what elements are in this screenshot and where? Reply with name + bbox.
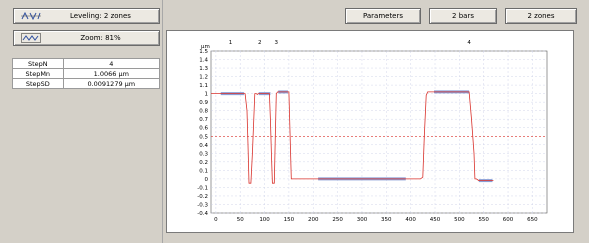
profile-chart-panel: 1.5 1.4 1.3 1.2 1.1 1 0.9 0.8 0.7 0.6 0.5 0.4 0.3 0.2… (166, 30, 574, 233)
zoom-button[interactable]: Zoom: 81% (13, 30, 160, 46)
x-tick-label: 600 (503, 217, 514, 223)
x-tick-label: 200 (308, 217, 319, 223)
y-tick-label: 0.6 (199, 126, 208, 132)
zone-marker-label: 3 (275, 40, 279, 46)
leveling-icon (20, 10, 42, 22)
y-tick-label: 0.5 (199, 134, 208, 140)
x-tick-label: 100 (259, 217, 270, 223)
x-tick-label: 500 (454, 217, 465, 223)
bars-button[interactable]: 2 bars (429, 8, 497, 24)
y-tick-label: 0.1 (199, 168, 208, 174)
stat-name: StepN (12, 58, 64, 69)
table-row: StepN 4 (12, 58, 161, 69)
y-unit-label: µm (201, 44, 210, 50)
x-tick-label: 350 (381, 217, 392, 223)
y-tick-label: -0.1 (197, 185, 208, 191)
parameters-label: Parameters (362, 12, 404, 20)
y-tick-label: 1.3 (199, 66, 208, 72)
table-row: StepMn 1.0066 µm (12, 68, 161, 79)
y-tick-label: 1.1 (199, 83, 208, 89)
x-tick-label: 550 (478, 217, 489, 223)
y-tick-label: 0.9 (199, 100, 208, 106)
x-tick-label: 0 (214, 217, 218, 223)
y-tick-label: 0 (205, 177, 209, 183)
zones-label: 2 zones (527, 12, 555, 20)
step-stats-table: StepN 4 StepMn 1.0066 µm StepSD 0.009127… (12, 58, 161, 89)
stat-value: 1.0066 µm (62, 68, 161, 79)
x-tick-label: 450 (430, 217, 441, 223)
y-tick-label: 0.2 (199, 160, 208, 166)
plot-area (210, 50, 548, 214)
stat-value: 4 (62, 58, 161, 69)
y-tick-label: -0.2 (197, 194, 208, 200)
stat-value: 0.0091279 µm (62, 78, 161, 89)
x-tick-label: 400 (405, 217, 416, 223)
x-tick-label: 50 (237, 217, 244, 223)
y-tick-label: 0.7 (199, 117, 208, 123)
y-tick-label: 0.8 (199, 109, 208, 115)
stat-name: StepMn (12, 68, 64, 79)
y-tick-label: 1.4 (199, 58, 208, 64)
zone-marker-label: 2 (258, 40, 262, 46)
y-tick-label: -0.4 (197, 211, 208, 217)
x-tick-label: 250 (332, 217, 343, 223)
zone-marker-label: 4 (467, 40, 471, 46)
parameters-button[interactable]: Parameters (345, 8, 421, 24)
leveling-label: Leveling: 2 zones (70, 12, 131, 20)
zones-button[interactable]: 2 zones (505, 8, 577, 24)
bars-label: 2 bars (452, 12, 474, 20)
x-tick-label: 300 (357, 217, 368, 223)
zoom-icon (20, 32, 42, 44)
zone-marker-label: 1 (229, 40, 233, 46)
y-tick-label: 1.2 (199, 75, 208, 81)
leveling-button[interactable]: Leveling: 2 zones (13, 8, 160, 24)
y-tick-label: 0.4 (199, 143, 208, 149)
x-tick-label: 150 (284, 217, 295, 223)
profile-chart[interactable]: 1.51.41.31.21.110.90.80.70.60.50.40.30.2… (167, 31, 573, 232)
table-row: StepSD 0.0091279 µm (12, 78, 161, 89)
x-tick-label: 650 (527, 217, 538, 223)
zoom-label: Zoom: 81% (80, 34, 121, 42)
y-tick-label: 1 (205, 92, 209, 98)
y-tick-label: 0.3 (199, 151, 208, 157)
stat-name: StepSD (12, 78, 64, 89)
y-tick-label: -0.3 (197, 202, 208, 208)
